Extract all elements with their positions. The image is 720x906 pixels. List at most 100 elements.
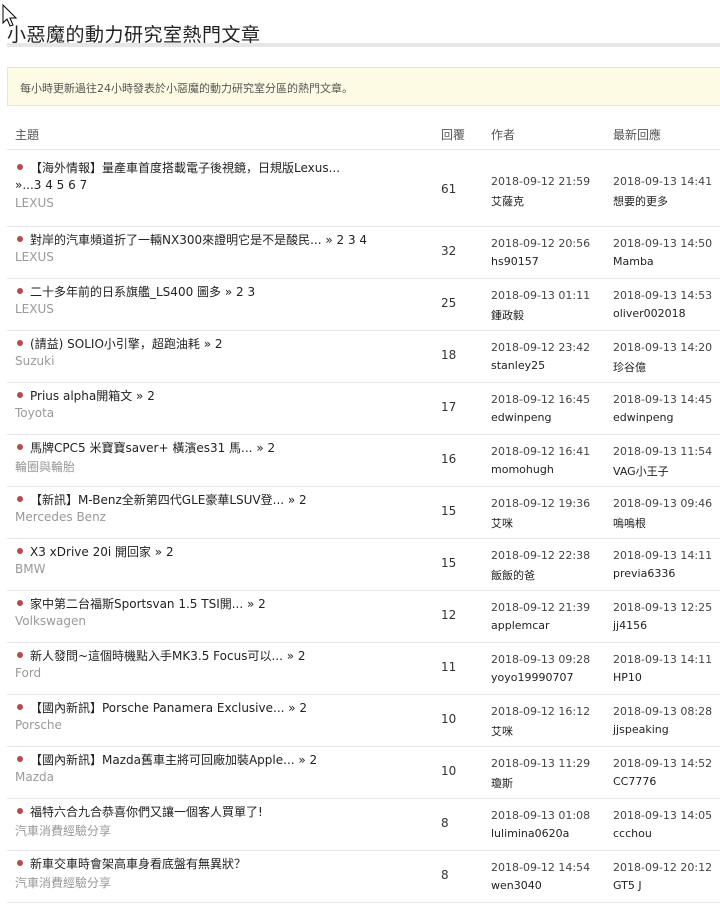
- forum-link[interactable]: BMW: [15, 562, 45, 576]
- last-reply-date: 2018-09-13 09:46: [613, 497, 713, 510]
- bullet-dot-icon: [17, 548, 23, 554]
- topic-title-link[interactable]: 【海外情報】量產車首度搭載電子後視鏡，日規版Lexus...: [30, 159, 340, 176]
- table-row: X3 xDrive 20i 開回家 » 2 BMW 15 2018-09-12 22:…: [7, 538, 720, 590]
- forum-link[interactable]: Suzuki: [15, 354, 54, 368]
- header-author: 作者: [491, 128, 516, 142]
- last-reply-user-link[interactable]: 嗚嗚根: [613, 515, 646, 531]
- post-date: 2018-09-12 16:41: [491, 445, 591, 458]
- reply-count: 16: [441, 452, 457, 466]
- forum-link[interactable]: LEXUS: [15, 250, 54, 264]
- last-reply-date: 2018-09-13 14:11: [613, 549, 713, 562]
- forum-link[interactable]: LEXUS: [15, 302, 54, 316]
- last-reply-user-link[interactable]: 珍谷億: [613, 359, 646, 375]
- last-reply-date: 2018-09-13 14:05: [613, 809, 713, 822]
- author-link[interactable]: applemcar: [491, 619, 550, 632]
- last-reply-user-link[interactable]: VAG小王子: [613, 463, 669, 479]
- post-date: 2018-09-13 11:29: [491, 757, 591, 770]
- topic-title-link[interactable]: 二十多年前的日系旗艦_LS400 圖多 » 2 3: [30, 283, 255, 300]
- author-link[interactable]: stanley25: [491, 359, 545, 372]
- forum-link[interactable]: Mazda: [15, 770, 54, 784]
- last-reply-user-link[interactable]: HP10: [613, 671, 642, 684]
- title-divider: [7, 43, 720, 47]
- topic-page-links[interactable]: »...3 4 5 6 7: [15, 178, 87, 192]
- author-link[interactable]: 鍾政毅: [491, 307, 524, 323]
- topic-title-link[interactable]: 新車交車時會架高車身看底盤有無異狀？: [30, 855, 246, 872]
- post-date: 2018-09-13 09:28: [491, 653, 591, 666]
- bullet-dot-icon: [17, 164, 23, 170]
- author-link[interactable]: lulimina0620a: [491, 827, 569, 840]
- last-reply-user-link[interactable]: Mamba: [613, 255, 654, 268]
- bullet-dot-icon: [17, 340, 23, 346]
- author-link[interactable]: hs90157: [491, 255, 539, 268]
- forum-link[interactable]: 汽車消費經驗分享: [15, 874, 111, 891]
- author-link[interactable]: edwinpeng: [491, 411, 551, 424]
- post-date: 2018-09-12 19:36: [491, 497, 591, 510]
- post-date: 2018-09-12 21:59: [491, 175, 591, 188]
- header-last-reply: 最新回應: [613, 128, 662, 142]
- table-row: 二十多年前的日系旗艦_LS400 圖多 » 2 3 LEXUS 25 2018-09-…: [7, 278, 720, 330]
- table-row: 【國內新訊】Porsche Panamera Exclusive... » 2 P…: [7, 694, 720, 746]
- topic-title-link[interactable]: 【國內新訊】Mazda舊車主將可回廠加裝Apple... » 2: [30, 751, 317, 768]
- last-reply-user-link[interactable]: ccchou: [613, 827, 652, 840]
- topic-title-link[interactable]: 新人發問~這個時機點入手MK3.5 Focus可以... » 2: [30, 647, 306, 664]
- topic-title-link[interactable]: 家中第二台福斯Sportsvan 1.5 TSI開... » 2: [30, 595, 266, 612]
- forum-link[interactable]: LEXUS: [15, 196, 54, 210]
- forum-link[interactable]: Porsche: [15, 718, 62, 732]
- reply-count: 15: [441, 504, 457, 518]
- forum-link[interactable]: Toyota: [15, 406, 54, 420]
- last-reply-user-link[interactable]: previa6336: [613, 567, 675, 580]
- table-row: 福特六合九合恭喜你們又讓一個客人買單了! 汽車消費經驗分享 8 2018-09-13 …: [7, 798, 720, 850]
- last-reply-date: 2018-09-13 14:11: [613, 653, 713, 666]
- last-reply-user-link[interactable]: jj4156: [613, 619, 647, 632]
- author-link[interactable]: 艾薩克: [491, 193, 524, 209]
- author-link[interactable]: momohugh: [491, 463, 554, 476]
- reply-count: 11: [441, 660, 457, 674]
- notice-banner: 每小時更新過往24小時發表於小惡魔的動力研究室分區的熱門文章。: [7, 67, 720, 106]
- bullet-dot-icon: [17, 392, 23, 398]
- table-row: (請益) SOLIO小引擎，超跑油耗 » 2 Suzuki 18 2018-09-12…: [7, 330, 720, 382]
- topic-title-link[interactable]: 馬牌CPC5 米寶寶saver+ 橫濱es31 馬... » 2: [30, 439, 275, 456]
- topic-title-link[interactable]: 【新訊】M-Benz全新第四代GLE豪華LSUV登... » 2: [30, 491, 307, 508]
- forum-link[interactable]: 輪圈與輪胎: [15, 458, 75, 475]
- last-reply-user-link[interactable]: 想要的更多: [613, 193, 668, 209]
- last-reply-user-link[interactable]: GT5 J: [613, 879, 642, 892]
- forum-link[interactable]: Volkswagen: [15, 614, 86, 628]
- reply-count: 25: [441, 296, 457, 310]
- table-row: 馬牌CPC5 米寶寶saver+ 橫濱es31 馬... » 2 輪圈與輪胎 16 2…: [7, 434, 720, 486]
- author-link[interactable]: wen3040: [491, 879, 542, 892]
- last-reply-user-link[interactable]: edwinpeng: [613, 411, 673, 424]
- topic-title-link[interactable]: (請益) SOLIO小引擎，超跑油耗 » 2: [30, 335, 223, 352]
- author-link[interactable]: 飯飯的爸: [491, 567, 535, 583]
- table-divider: [7, 149, 720, 150]
- topic-title-link[interactable]: 【國內新訊】Porsche Panamera Exclusive... » 2: [30, 699, 307, 716]
- topic-title-link[interactable]: X3 xDrive 20i 開回家 » 2: [30, 543, 174, 560]
- table-row: 家中第二台福斯Sportsvan 1.5 TSI開... » 2 Volkswag…: [7, 590, 720, 642]
- author-link[interactable]: 艾咪: [491, 515, 513, 531]
- table-row: 新車交車時會架高車身看底盤有無異狀？ 汽車消費經驗分享 8 2018-09-12 14…: [7, 850, 720, 902]
- last-reply-date: 2018-09-13 14:52: [613, 757, 713, 770]
- topic-title-link[interactable]: 對岸的汽車頻道折了一輛NX300來證明它是不是酸民... » 2 3 4: [30, 231, 367, 248]
- reply-count: 8: [441, 816, 449, 830]
- topic-title-link[interactable]: 福特六合九合恭喜你們又讓一個客人買單了!: [30, 803, 263, 820]
- table-row: 【新訊】M-Benz全新第四代GLE豪華LSUV登... » 2 Mercedes…: [7, 486, 720, 538]
- last-reply-user-link[interactable]: jjspeaking: [613, 723, 669, 736]
- author-link[interactable]: 瓊斯: [491, 775, 513, 791]
- reply-count: 17: [441, 400, 457, 414]
- reply-count: 61: [441, 182, 457, 196]
- author-link[interactable]: yoyo19990707: [491, 671, 573, 684]
- forum-link[interactable]: Mercedes Benz: [15, 510, 106, 524]
- author-link[interactable]: 艾咪: [491, 723, 513, 739]
- post-date: 2018-09-12 20:56: [491, 237, 591, 250]
- forum-link[interactable]: Ford: [15, 666, 41, 680]
- table-row: 新人發問~這個時機點入手MK3.5 Focus可以... » 2 Ford 11 20…: [7, 642, 720, 694]
- topic-title-link[interactable]: Prius alpha開箱文 » 2: [30, 387, 155, 404]
- post-date: 2018-09-12 14:54: [491, 861, 591, 874]
- reply-count: 10: [441, 764, 457, 778]
- post-date: 2018-09-12 23:42: [491, 341, 591, 354]
- last-reply-date: 2018-09-12 20:12: [613, 861, 713, 874]
- last-reply-user-link[interactable]: oliver002018: [613, 307, 686, 320]
- forum-link[interactable]: 汽車消費經驗分享: [15, 822, 111, 839]
- last-reply-user-link[interactable]: CC7776: [613, 775, 656, 788]
- bullet-dot-icon: [17, 444, 23, 450]
- last-reply-date: 2018-09-13 14:41: [613, 175, 713, 188]
